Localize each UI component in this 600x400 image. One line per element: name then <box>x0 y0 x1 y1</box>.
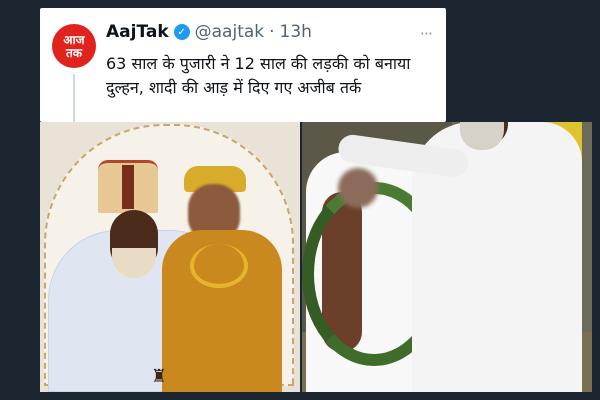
priest-crown <box>98 160 158 213</box>
avatar[interactable]: आज तक <box>52 24 96 68</box>
thread-line <box>73 74 75 122</box>
bead-necklace <box>190 244 248 288</box>
verified-badge-icon: ✓ <box>173 24 190 40</box>
account-name[interactable]: AajTak <box>106 22 169 42</box>
separator-dot: · <box>269 22 275 42</box>
figure-icon: ♜ <box>150 366 168 387</box>
tweet-text: 63 साल के पुजारी ने 12 साल की लड़की को ब… <box>106 54 411 97</box>
media-image-right[interactable] <box>302 122 592 392</box>
tweet-header: AajTak ✓ @aajtak · 13h <box>106 22 312 42</box>
more-options-icon[interactable]: ··· <box>420 24 433 43</box>
avatar-text-line2: तक <box>65 45 83 60</box>
account-handle[interactable]: @aajtak <box>195 22 265 42</box>
tweet-card[interactable]: आज तक AajTak ✓ @aajtak · 13h ··· 63 साल … <box>40 8 446 122</box>
blurred-face <box>338 168 378 208</box>
screenshot-frame: आज तक AajTak ✓ @aajtak · 13h ··· 63 साल … <box>0 0 600 400</box>
media-image-left[interactable]: ♜ <box>40 122 300 392</box>
tweet-timestamp[interactable]: 13h <box>280 22 312 42</box>
tweet-media[interactable]: ♜ <box>40 122 592 392</box>
avatar-text-line1: आज <box>63 32 85 47</box>
